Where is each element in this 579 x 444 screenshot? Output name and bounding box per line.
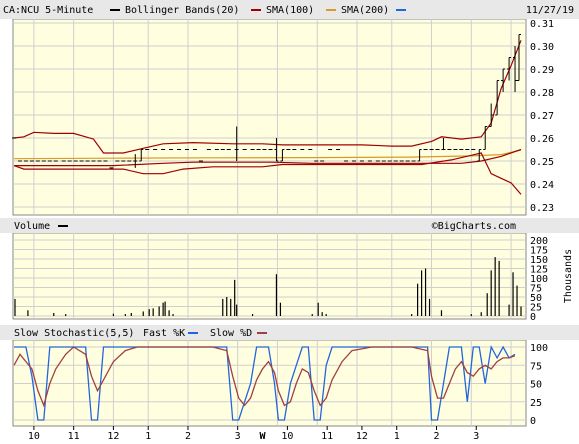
x-tick-label: 3	[235, 431, 241, 442]
stochastic-header: Slow Stochastic(5,5) Fast %K Slow %D	[0, 325, 579, 340]
stochastic-tick-label: 100	[530, 343, 548, 354]
volume-axis-title: Thousands	[563, 249, 574, 303]
x-tick-label: 10	[28, 431, 40, 442]
legend-label-slow-d: Slow %D	[210, 328, 252, 339]
legend-label-sma200: SMA(200)	[341, 5, 389, 16]
stochastic-tick-label: 25	[530, 398, 542, 409]
chart-date: 11/27/19	[526, 5, 574, 16]
x-tick-label: 12	[356, 431, 368, 442]
volume-title: Volume	[14, 221, 50, 232]
price-tick-label: 0.29	[530, 65, 554, 76]
weekday-marker: W	[260, 431, 267, 442]
price-tick-label: 0.24	[530, 180, 554, 191]
legend-label-fast-k: Fast %K	[143, 328, 185, 339]
x-tick-label: 10	[281, 431, 293, 442]
price-y-axis: 0.31 0.30 0.29 0.28 0.27 0.26 0.25 0.24 0.23	[530, 19, 554, 214]
x-tick-label: 11	[68, 431, 80, 442]
stochastic-tick-label: 50	[530, 380, 542, 391]
legend-label-bollinger: Bollinger Bands(20)	[125, 5, 239, 16]
x-tick-label: 1	[145, 431, 151, 442]
x-tick-label: 12	[107, 431, 119, 442]
volume-header: Volume ©BigCharts.com	[0, 218, 579, 233]
price-title: CA:NCU 5-Minute	[3, 5, 93, 16]
price-tick-label: 0.23	[530, 203, 554, 214]
price-tick-label: 0.27	[530, 111, 554, 122]
x-tick-label: 3	[473, 431, 479, 442]
stock-chart: CA:NCU 5-Minute Bollinger Bands(20) SMA(…	[0, 0, 579, 444]
stochastic-tick-label: 75	[530, 361, 542, 372]
price-tick-label: 0.31	[530, 19, 554, 30]
legend-label-sma100: SMA(100)	[266, 5, 314, 16]
price-tick-label: 0.25	[530, 157, 554, 168]
price-tick-label: 0.26	[530, 134, 554, 145]
price-panel	[12, 18, 527, 216]
price-header: CA:NCU 5-Minute Bollinger Bands(20) SMA(…	[0, 0, 579, 19]
price-tick-label: 0.28	[530, 88, 554, 99]
stochastic-tick-label: 0	[530, 416, 536, 427]
chart-credit: ©BigCharts.com	[432, 221, 516, 232]
price-tick-label: 0.30	[530, 42, 554, 53]
x-tick-label: 2	[433, 431, 439, 442]
x-tick-label: 11	[321, 431, 333, 442]
x-tick-label: 2	[185, 431, 191, 442]
stochastic-title: Slow Stochastic(5,5)	[14, 328, 134, 339]
x-tick-label: 1	[394, 431, 400, 442]
volume-tick-label: 0	[530, 312, 536, 323]
